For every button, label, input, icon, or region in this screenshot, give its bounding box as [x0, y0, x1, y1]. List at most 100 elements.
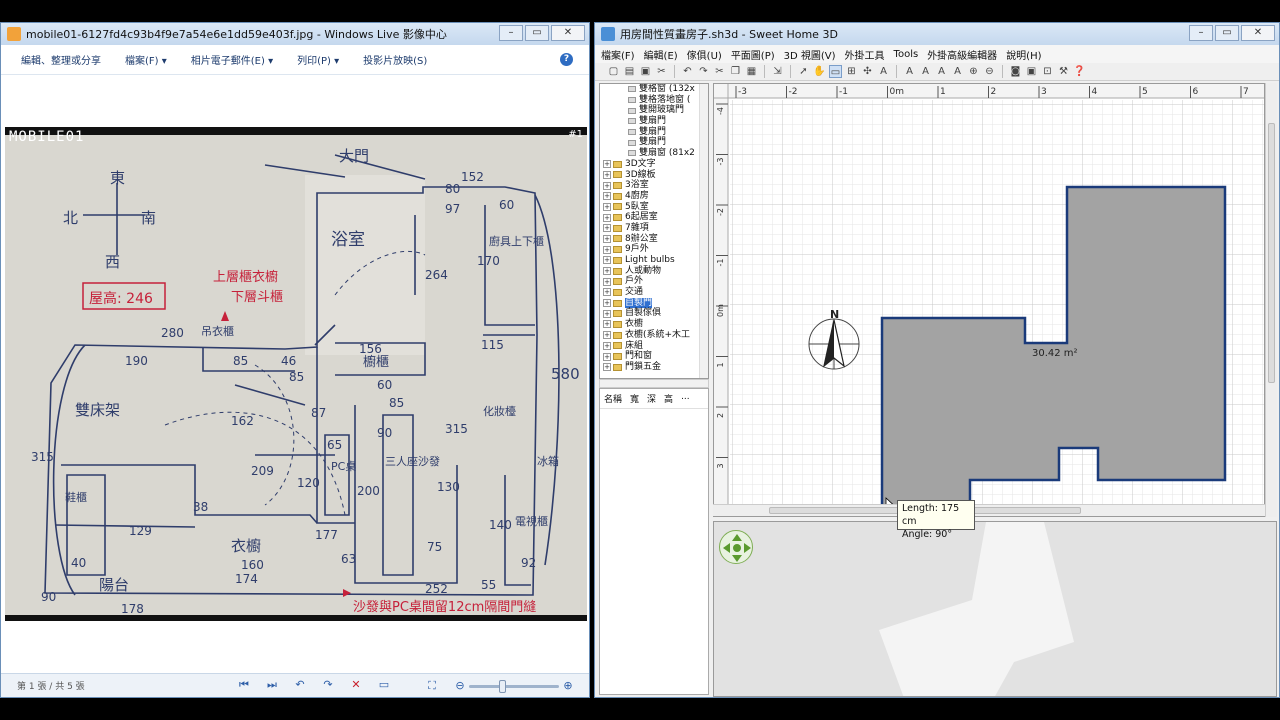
zoom-out-plan-icon[interactable]: ⊖: [983, 65, 996, 78]
catalog-item[interactable]: 雙格落地窗 (: [600, 95, 708, 106]
catalog-category[interactable]: + 人或動物: [600, 266, 708, 277]
expand-icon[interactable]: +: [603, 277, 611, 286]
catalog-category[interactable]: + Light bulbs: [600, 255, 708, 266]
expand-icon[interactable]: +: [603, 363, 611, 372]
catalog-horizontal-scrollbar[interactable]: [599, 379, 709, 388]
rotate-right-icon[interactable]: ↷: [321, 678, 335, 692]
tool-icon[interactable]: ⚒: [1057, 65, 1070, 78]
catalog-category[interactable]: +7雜項: [600, 223, 708, 234]
expand-icon[interactable]: +: [603, 331, 611, 340]
menu-plan[interactable]: 平面圖(P): [731, 47, 775, 62]
add-text-icon[interactable]: A: [877, 65, 890, 78]
video-icon[interactable]: ▣: [1025, 65, 1038, 78]
column-more[interactable]: ...: [681, 392, 690, 405]
camera-icon[interactable]: ◙: [1009, 65, 1022, 78]
copy-icon[interactable]: ❐: [729, 65, 742, 78]
expand-icon[interactable]: +: [603, 309, 611, 318]
catalog-item[interactable]: 雙扇門: [600, 137, 708, 148]
expand-icon[interactable]: +: [603, 170, 611, 179]
minimize-button[interactable]: –: [499, 25, 523, 41]
catalog-item[interactable]: 雙扇窗 (81x2: [600, 148, 708, 159]
zoom-slider[interactable]: [469, 680, 559, 693]
cut2-icon[interactable]: ✂: [713, 65, 726, 78]
plan-vertical-scrollbar[interactable]: [1265, 83, 1277, 517]
plan-canvas[interactable]: -3 -2 -1 0m 1 2 3 4 5 6 7 -4 -3 -2 -1 0m 1 2 3 30.42 m² N: [714, 84, 1265, 517]
catalog-category[interactable]: + 床組: [600, 341, 708, 352]
gallery-titlebar[interactable]: mobile01-6127fd4c93b4f9e7a54e6e1dd59e403…: [1, 23, 589, 45]
zoom-slider-thumb[interactable]: [499, 680, 506, 693]
plan-vertical-thumb[interactable]: [1268, 123, 1275, 383]
catalog-category[interactable]: +9戶外: [600, 244, 708, 255]
pan-icon[interactable]: ✋: [813, 65, 826, 78]
expand-icon[interactable]: +: [603, 256, 611, 265]
expand-icon[interactable]: +: [603, 341, 611, 350]
create-rooms-icon[interactable]: ⊞: [845, 65, 858, 78]
expand-icon[interactable]: +: [603, 288, 611, 297]
column-height[interactable]: 高: [664, 392, 673, 405]
expand-icon[interactable]: +: [603, 181, 611, 190]
plugin-icon[interactable]: ⊡: [1041, 65, 1054, 78]
column-name[interactable]: 名稱: [604, 392, 622, 405]
catalog-category[interactable]: +8辦公室: [600, 234, 708, 245]
text-style-icon[interactable]: A: [903, 65, 916, 78]
close-button[interactable]: ✕: [551, 25, 585, 41]
help-circle-icon[interactable]: ❓: [1073, 65, 1086, 78]
paste-icon[interactable]: ▦: [745, 65, 758, 78]
menu-furniture[interactable]: 傢俱(U): [687, 47, 722, 62]
menu-file[interactable]: 檔案(F): [601, 47, 635, 62]
open-icon[interactable]: ▤: [623, 65, 636, 78]
menu-edit[interactable]: 編輯(E): [644, 47, 678, 62]
expand-icon[interactable]: +: [603, 202, 611, 211]
catalog-item[interactable]: 雙開玻璃門: [600, 105, 708, 116]
catalog-category[interactable]: + 衣櫥: [600, 319, 708, 330]
expand-icon[interactable]: +: [603, 352, 611, 361]
menu-advanced-editor[interactable]: 外掛高級編輯器: [927, 47, 997, 62]
expand-icon[interactable]: +: [603, 160, 611, 169]
expand-icon[interactable]: +: [603, 267, 611, 276]
catalog-category[interactable]: + 自製傢俱: [600, 308, 708, 319]
edit-organize-share-button[interactable]: 編輯、整理或分享: [21, 52, 101, 67]
catalog-category[interactable]: + 交通: [600, 287, 708, 298]
catalog-category[interactable]: +6起居室: [600, 212, 708, 223]
sh3d-titlebar[interactable]: 用房間性質畫房子.sh3d - Sweet Home 3D – ▭ ✕: [595, 23, 1279, 45]
catalog-item[interactable]: 雙扇門: [600, 127, 708, 138]
catalog-category[interactable]: + 自製門: [600, 297, 708, 309]
column-width[interactable]: 寬: [630, 392, 639, 405]
slideshow-button[interactable]: 投影片放映(S): [363, 52, 427, 67]
expand-icon[interactable]: +: [603, 299, 611, 308]
zoom-in-plan-icon[interactable]: ⊕: [967, 65, 980, 78]
menu-help[interactable]: 說明(H): [1006, 47, 1041, 62]
expand-icon[interactable]: +: [603, 320, 611, 329]
sh3d-close-button[interactable]: ✕: [1241, 25, 1275, 41]
create-dimension-icon[interactable]: ✣: [861, 65, 874, 78]
catalog-category[interactable]: +3浴室: [600, 180, 708, 191]
print-menu[interactable]: 列印(P) ▾: [297, 52, 339, 67]
slideshow-icon[interactable]: ▭: [377, 678, 391, 692]
catalog-category[interactable]: +5臥室: [600, 202, 708, 213]
catalog-scrollbar[interactable]: [699, 84, 708, 378]
file-menu[interactable]: 檔案(F) ▾: [125, 52, 167, 67]
next-icon[interactable]: ⏭: [265, 678, 279, 692]
catalog-category[interactable]: + 門和窗: [600, 351, 708, 362]
create-walls-icon[interactable]: ▭: [829, 65, 842, 78]
save-icon[interactable]: ▣: [639, 65, 652, 78]
catalog-category[interactable]: +4廚房: [600, 191, 708, 202]
undo-icon[interactable]: ↶: [681, 65, 694, 78]
3d-view[interactable]: [713, 521, 1277, 697]
text-style2-icon[interactable]: A: [919, 65, 932, 78]
expand-icon[interactable]: +: [603, 234, 611, 243]
new-icon[interactable]: ▢: [607, 65, 620, 78]
text-style3-icon[interactable]: A: [935, 65, 948, 78]
expand-icon[interactable]: +: [603, 224, 611, 233]
menu-3d-view[interactable]: 3D 視圖(V): [784, 47, 836, 62]
sh3d-minimize-button[interactable]: –: [1189, 25, 1213, 41]
expand-icon[interactable]: +: [603, 192, 611, 201]
select-icon[interactable]: ➚: [797, 65, 810, 78]
add-furniture-icon[interactable]: ⇲: [771, 65, 784, 78]
rotate-left-icon[interactable]: ↶: [293, 678, 307, 692]
plan-view[interactable]: -3 -2 -1 0m 1 2 3 4 5 6 7 -4 -3 -2 -1 0m 1 2 3 30.42 m² N: [713, 83, 1265, 517]
previous-icon[interactable]: ⏮: [237, 678, 251, 692]
expand-icon[interactable]: +: [603, 213, 611, 222]
catalog-category[interactable]: +3D線板: [600, 170, 708, 181]
catalog-category[interactable]: + 戶外: [600, 276, 708, 287]
